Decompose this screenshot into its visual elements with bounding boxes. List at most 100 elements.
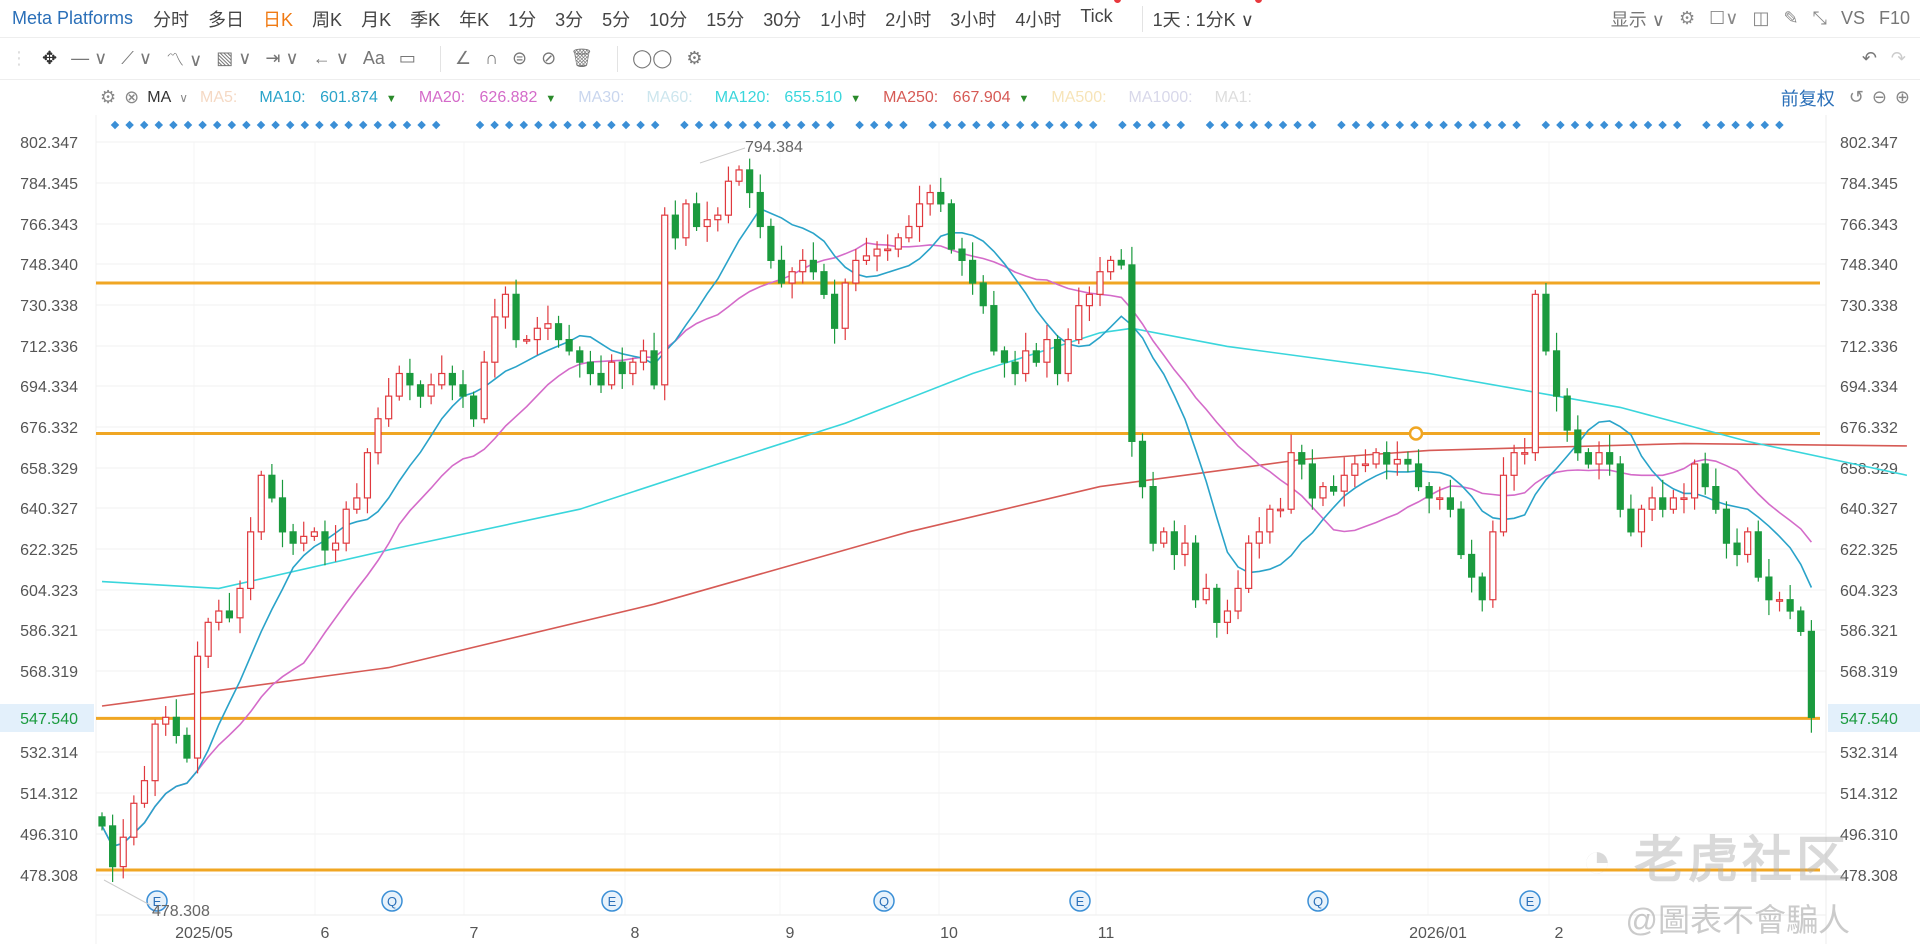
event-diamond bbox=[723, 120, 733, 130]
tab-9[interactable]: 5分 bbox=[602, 6, 630, 32]
y-tick-label-right: 514.312 bbox=[1840, 786, 1898, 803]
event-marker-earnings[interactable]: E bbox=[601, 890, 623, 912]
candle-body bbox=[1775, 599, 1784, 602]
event-diamond bbox=[1337, 120, 1346, 130]
candle-body bbox=[257, 474, 265, 533]
candle bbox=[1499, 457, 1508, 537]
candle-body bbox=[969, 259, 977, 284]
candle bbox=[459, 370, 467, 408]
pencil-icon[interactable]: ✎ bbox=[1783, 8, 1798, 29]
tab-1[interactable]: 多日 bbox=[208, 6, 244, 32]
candle bbox=[321, 520, 329, 566]
event-marker-quarterly[interactable]: Q bbox=[381, 890, 403, 912]
candle-body bbox=[1574, 429, 1582, 454]
event-diamond bbox=[884, 120, 894, 130]
candle bbox=[140, 765, 149, 808]
angle-icon[interactable]: ∠ bbox=[455, 48, 471, 69]
y-tick-label-left: 676.332 bbox=[20, 420, 78, 437]
magnet-icon[interactable]: ∩ bbox=[485, 48, 498, 69]
candle-body bbox=[321, 531, 329, 551]
link-icon[interactable]: ◯◯ bbox=[632, 48, 672, 69]
wave-tool-icon[interactable]: 〽 ∨ bbox=[166, 46, 202, 72]
collapse-icon[interactable]: ⤡ bbox=[1813, 8, 1827, 29]
candle-body bbox=[1223, 610, 1232, 623]
chevron-down-icon[interactable]: ∨ bbox=[179, 91, 188, 105]
candle-body bbox=[1552, 350, 1561, 397]
undo-icon[interactable]: ↶ bbox=[1862, 48, 1877, 69]
candle-body bbox=[1000, 350, 1009, 363]
tab-16[interactable]: 4小时 bbox=[1015, 6, 1061, 32]
candle-body bbox=[1648, 497, 1656, 510]
y-tick-label-left: 586.321 bbox=[20, 623, 78, 640]
event-diamond bbox=[607, 120, 616, 130]
tab-8[interactable]: 3分 bbox=[555, 6, 583, 32]
candle bbox=[300, 521, 308, 552]
hide-icon[interactable]: ⊘ bbox=[541, 48, 556, 69]
measure-tool-icon[interactable]: ⇥ ∨ bbox=[265, 48, 298, 69]
range-selector[interactable]: 1天 : 1分K ∨ bbox=[1153, 0, 1263, 32]
tab-12[interactable]: 30分 bbox=[763, 6, 801, 32]
camera-icon[interactable]: ◫ bbox=[1752, 8, 1769, 29]
event-diamond bbox=[1512, 120, 1521, 130]
tab-13[interactable]: 1小时 bbox=[820, 6, 866, 32]
redo-icon[interactable]: ↷ bbox=[1891, 48, 1906, 69]
tab-11[interactable]: 15分 bbox=[706, 6, 744, 32]
candle bbox=[1659, 479, 1667, 518]
y-tick-label-right: 640.327 bbox=[1840, 501, 1898, 518]
lock-icon[interactable]: ⊜ bbox=[512, 48, 527, 69]
tab-10[interactable]: 10分 bbox=[649, 6, 687, 32]
comment-icon[interactable]: ▭ bbox=[399, 48, 416, 69]
reset-icon[interactable]: ↺ bbox=[1849, 87, 1864, 108]
tab-6[interactable]: 年K bbox=[459, 6, 489, 32]
tab-5[interactable]: 季K bbox=[410, 6, 440, 32]
tab-4[interactable]: 月K bbox=[361, 6, 391, 32]
tab-2[interactable]: 日K bbox=[263, 6, 293, 32]
vs-button[interactable]: VS bbox=[1841, 8, 1865, 29]
candle-body bbox=[1022, 350, 1030, 375]
event-marker-quarterly[interactable]: Q bbox=[1307, 890, 1329, 912]
candle bbox=[905, 215, 913, 243]
candle-body bbox=[331, 542, 340, 551]
line-tool-icon[interactable]: — ∨ bbox=[71, 48, 107, 69]
indicator-close-icon[interactable]: ⊗ bbox=[124, 87, 139, 108]
candle bbox=[1351, 456, 1359, 488]
indicator-name[interactable]: MA bbox=[147, 89, 171, 107]
candle bbox=[1202, 573, 1210, 605]
watermark-author: @圖表不會騙人 bbox=[1625, 902, 1851, 938]
tab-15[interactable]: 3小时 bbox=[950, 6, 996, 32]
event-diamond bbox=[1424, 120, 1434, 130]
level-anchor-handle[interactable] bbox=[1408, 426, 1424, 441]
candle bbox=[1181, 525, 1189, 567]
candle bbox=[746, 158, 754, 208]
polyline-tool-icon[interactable]: ⟋ ∨ bbox=[121, 48, 152, 69]
zoom-in-icon[interactable]: ⊕ bbox=[1895, 87, 1910, 108]
event-marker-earnings[interactable]: E bbox=[1519, 890, 1541, 912]
f10-button[interactable]: F10 bbox=[1879, 8, 1910, 29]
candle bbox=[1011, 350, 1019, 386]
arrow-tool-icon[interactable]: ← ∨ bbox=[313, 48, 349, 69]
kline-chart[interactable]: 802.347 802.347 784.345 784.345 766.343 766.3… bbox=[0, 0, 1920, 944]
display-menu[interactable]: 显示 ∨ bbox=[1611, 6, 1665, 32]
tab-3[interactable]: 周K bbox=[312, 6, 342, 32]
tab-17[interactable]: Tick bbox=[1080, 0, 1122, 32]
tab-0[interactable]: 分时 bbox=[153, 6, 189, 32]
text-tool[interactable]: Aa bbox=[363, 48, 385, 69]
move-icon[interactable]: ✥ bbox=[42, 48, 57, 69]
y-tick-label-right: 748.340 bbox=[1840, 257, 1898, 274]
fib-tool-icon[interactable]: ▧ ∨ bbox=[216, 48, 251, 69]
candle-body bbox=[1351, 463, 1359, 476]
tab-7[interactable]: 1分 bbox=[508, 6, 536, 32]
indicator-settings-icon[interactable]: ⚙ bbox=[100, 87, 116, 108]
draw-settings-icon[interactable]: ⚙ bbox=[686, 48, 702, 69]
candle bbox=[448, 365, 456, 401]
settings-icon[interactable]: ⚙ bbox=[1679, 8, 1695, 29]
layout-icon[interactable]: ☐∨ bbox=[1709, 8, 1738, 29]
zoom-out-icon[interactable]: ⊖ bbox=[1872, 87, 1887, 108]
y-tick-label-left: 784.345 bbox=[20, 176, 78, 193]
trash-icon[interactable]: 🗑 bbox=[570, 48, 593, 69]
adjust-mode[interactable]: 前复权 bbox=[1781, 85, 1835, 111]
candle-body bbox=[98, 816, 106, 827]
event-marker-quarterly[interactable]: Q bbox=[873, 890, 895, 912]
tab-14[interactable]: 2小时 bbox=[885, 6, 931, 32]
event-marker-earnings[interactable]: E bbox=[1069, 890, 1091, 912]
